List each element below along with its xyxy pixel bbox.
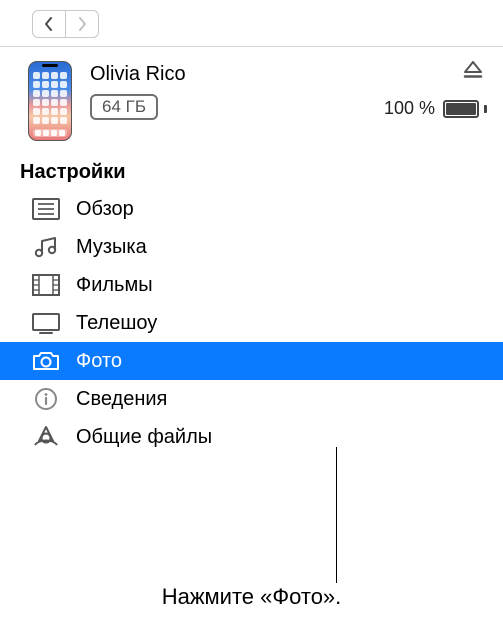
sidebar-item-tvshows[interactable]: Телешоу [0, 304, 503, 342]
sidebar-item-files[interactable]: Общие файлы [0, 418, 503, 456]
sidebar-item-label: Телешоу [76, 312, 157, 335]
callout-text: Нажмите «Фото». [0, 584, 503, 610]
device-header: Olivia Rico 64 ГБ 100 % [0, 47, 503, 157]
eject-icon[interactable] [463, 61, 483, 84]
sidebar-item-label: Фото [76, 350, 122, 373]
sidebar-item-photos[interactable]: Фото [0, 342, 503, 380]
toolbar [0, 0, 503, 46]
summary-icon [30, 197, 62, 221]
info-icon [30, 387, 62, 411]
battery-percent-label: 100 % [384, 98, 435, 119]
device-thumbnail [28, 61, 72, 141]
movies-icon [30, 273, 62, 297]
settings-menu: Обзор Музыка Фильмы [0, 190, 503, 456]
device-info: Olivia Rico 64 ГБ [90, 61, 366, 120]
capacity-badge: 64 ГБ [90, 94, 158, 120]
sidebar-item-label: Обзор [76, 198, 134, 221]
callout-leader-line [336, 447, 337, 583]
device-name: Olivia Rico [90, 63, 366, 86]
sidebar-item-movies[interactable]: Фильмы [0, 266, 503, 304]
nav-forward-button[interactable] [65, 10, 99, 38]
sidebar-item-label: Фильмы [76, 274, 153, 297]
tv-icon [30, 311, 62, 335]
sidebar-item-summary[interactable]: Обзор [0, 190, 503, 228]
sidebar-item-music[interactable]: Музыка [0, 228, 503, 266]
nav-back-button[interactable] [32, 10, 66, 38]
battery-icon [443, 100, 483, 118]
apps-icon [30, 425, 62, 449]
sidebar-item-label: Музыка [76, 236, 147, 259]
battery-status: 100 % [384, 98, 483, 119]
camera-icon [30, 349, 62, 373]
section-title: Настройки [0, 157, 503, 190]
music-icon [30, 235, 62, 259]
sidebar-item-label: Сведения [76, 388, 167, 411]
sidebar-item-info[interactable]: Сведения [0, 380, 503, 418]
sidebar-item-label: Общие файлы [76, 426, 212, 449]
